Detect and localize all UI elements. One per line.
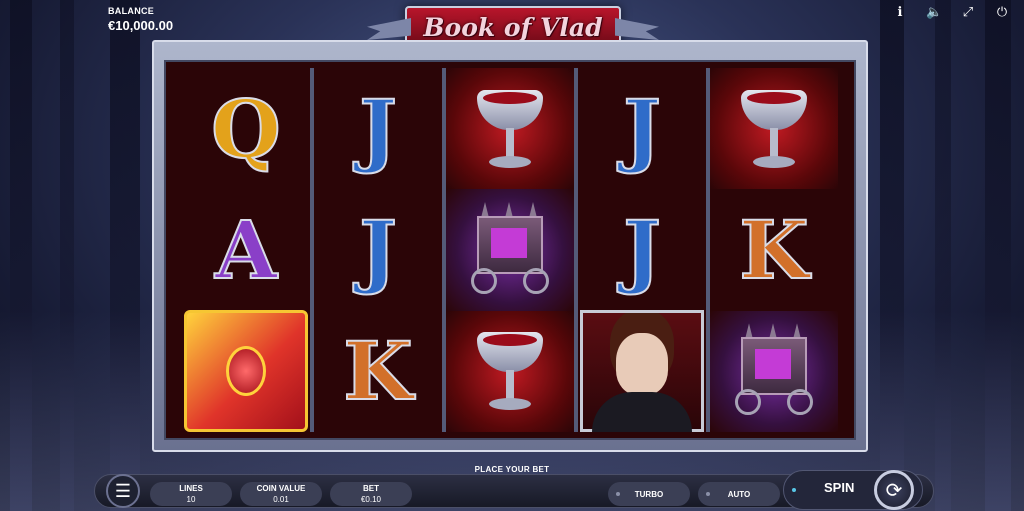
reel-1: Q A: [182, 68, 310, 432]
refresh-icon: ⟳: [885, 479, 903, 502]
symbol-book: [182, 310, 310, 432]
reel-3: [442, 68, 574, 432]
goblet-icon: [475, 326, 545, 416]
symbol-j: J: [358, 81, 398, 176]
sound-icon[interactable]: 🔈: [926, 4, 942, 20]
lines-label: LINES: [179, 484, 203, 493]
carriage-icon: [467, 201, 553, 298]
symbol-carriage: [446, 189, 574, 311]
reel-2: J J K: [310, 68, 442, 432]
toggle-indicator: [706, 492, 710, 496]
bet-selector[interactable]: BET €0.10: [330, 482, 412, 506]
reel-frame: Q A J J K J J K: [152, 40, 868, 452]
balance-value: €10,000.00: [108, 18, 174, 33]
turbo-toggle[interactable]: TURBO: [608, 482, 690, 506]
book-icon: [184, 310, 308, 432]
symbol-goblet: [446, 68, 574, 190]
lines-value: 10: [186, 495, 196, 504]
symbol-k: K: [738, 202, 810, 297]
hamburger-icon: ☰: [114, 480, 132, 501]
vampire-portrait-icon: [580, 310, 704, 432]
spin-button[interactable]: ⟳: [874, 470, 914, 510]
goblet-icon: [475, 84, 545, 174]
symbol-j: J: [622, 81, 662, 176]
logo-text: Book of Vlad: [423, 12, 603, 42]
goblet-icon: [739, 84, 809, 174]
carriage-icon: [731, 323, 817, 419]
symbol-carriage: [710, 310, 838, 432]
coin-value-selector[interactable]: COIN VALUE 0.01: [240, 482, 322, 506]
reel-window: Q A J J K J J K: [164, 60, 856, 440]
symbol-j: J: [622, 202, 662, 297]
reel-4: J J: [574, 68, 706, 432]
coin-value-value: 0.01: [273, 495, 289, 504]
power-icon[interactable]: ⏻: [994, 4, 1010, 20]
top-toolbar: ℹ 🔈 ⤢ ⏻: [892, 4, 1010, 20]
balance-label: BALANCE: [108, 6, 155, 16]
fullscreen-icon[interactable]: ⤢: [960, 4, 976, 20]
symbol-goblet: [446, 310, 574, 432]
symbol-q: Q: [210, 81, 282, 176]
menu-button[interactable]: ☰: [106, 474, 140, 508]
bat-wing-icon: [615, 18, 659, 40]
symbol-goblet: [710, 68, 838, 190]
symbol-vampire: [578, 310, 706, 432]
toggle-indicator: [616, 492, 620, 496]
spin-indicator: [792, 488, 796, 492]
info-icon[interactable]: ℹ: [892, 4, 908, 20]
bat-wing-icon: [367, 18, 411, 40]
lines-selector[interactable]: LINES 10: [150, 482, 232, 506]
symbol-j: J: [358, 202, 398, 297]
spin-label[interactable]: SPIN: [824, 480, 854, 495]
symbol-a: A: [214, 202, 278, 297]
symbol-k: K: [342, 324, 414, 419]
reel-5: K: [706, 68, 838, 432]
bet-label: BET: [363, 484, 379, 493]
turbo-label: TURBO: [634, 489, 664, 499]
coin-value-label: COIN VALUE: [256, 484, 306, 493]
bet-value: €0.10: [360, 495, 382, 504]
auto-label: AUTO: [727, 489, 751, 499]
balance-display: BALANCE €10,000.00: [108, 6, 173, 33]
auto-toggle[interactable]: AUTO: [698, 482, 780, 506]
reels: Q A J J K J J K: [182, 68, 838, 432]
